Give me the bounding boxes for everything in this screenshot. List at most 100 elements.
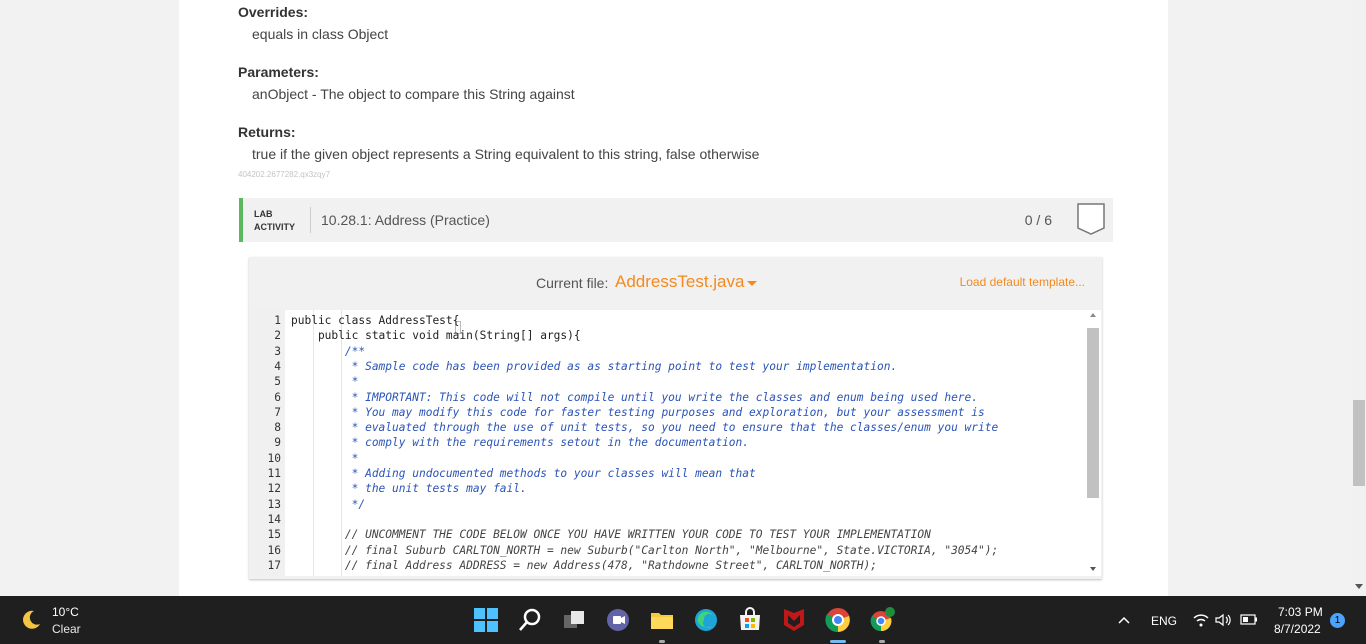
overrides-text: equals in class Object bbox=[252, 26, 389, 42]
code-line[interactable]: 14 bbox=[250, 512, 1087, 527]
wifi-icon[interactable] bbox=[1193, 613, 1209, 627]
code-line[interactable]: 15 // UNCOMMENT THE CODE BELOW ONCE YOU … bbox=[250, 527, 1087, 542]
line-code-text[interactable]: public static void main(String[] args){ bbox=[291, 328, 581, 343]
current-file-dropdown[interactable]: AddressTest.java bbox=[615, 272, 744, 292]
clock-time[interactable]: 7:03 PM bbox=[1278, 605, 1323, 619]
overrides-heading: Overrides: bbox=[238, 4, 309, 20]
edge-icon[interactable] bbox=[692, 606, 720, 634]
task-view-icon[interactable] bbox=[560, 606, 588, 634]
line-number: 1 bbox=[274, 314, 281, 327]
code-line[interactable]: 7 * You may modify this code for faster … bbox=[250, 405, 1087, 420]
page-scrollbar-track[interactable] bbox=[1352, 0, 1366, 596]
code-line[interactable]: 2 public static void main(String[] args)… bbox=[250, 328, 1087, 343]
teams-chat-icon[interactable] bbox=[604, 606, 632, 634]
editor-scrollbar-thumb[interactable] bbox=[1087, 328, 1099, 498]
line-code-text[interactable]: * Adding undocumented methods to your cl… bbox=[291, 466, 756, 481]
current-file-label: Current file: bbox=[536, 275, 609, 291]
clock-date[interactable]: 8/7/2022 bbox=[1274, 622, 1321, 636]
line-code-text[interactable]: * Sample code has been provided as as st… bbox=[291, 359, 898, 374]
line-code-text[interactable]: * IMPORTANT: This code will not compile … bbox=[291, 390, 978, 405]
speaker-icon[interactable] bbox=[1215, 613, 1233, 627]
lab-tag-line1: LAB bbox=[254, 209, 273, 219]
line-number: 16 bbox=[267, 543, 281, 557]
line-number: 2 bbox=[274, 329, 281, 343]
code-line[interactable]: 6 * IMPORTANT: This code will not compil… bbox=[250, 390, 1087, 405]
scroll-up-icon[interactable] bbox=[1090, 313, 1096, 317]
line-number: 15 bbox=[267, 528, 281, 542]
search-icon[interactable] bbox=[516, 606, 544, 634]
code-editor-panel: Current file: AddressTest.java Load defa… bbox=[249, 257, 1102, 579]
line-code-text[interactable]: public class AddressTest{ bbox=[291, 313, 459, 328]
app-open-indicator bbox=[659, 640, 665, 643]
line-number: 11 bbox=[267, 467, 281, 480]
code-line[interactable]: 9 * comply with the requirements setout … bbox=[250, 435, 1087, 450]
chrome-icon[interactable] bbox=[824, 606, 852, 634]
code-line[interactable]: 10 * bbox=[250, 451, 1087, 466]
file-explorer-icon[interactable] bbox=[648, 606, 676, 634]
code-line[interactable]: 5 * bbox=[250, 374, 1087, 389]
code-line[interactable]: 17 // final Address ADDRESS = new Addres… bbox=[250, 558, 1087, 573]
lab-score: 0 / 6 bbox=[1024, 212, 1052, 228]
store-icon[interactable] bbox=[736, 606, 764, 634]
active-app-indicator bbox=[830, 640, 846, 643]
line-code-text[interactable]: // UNCOMMENT THE CODE BELOW ONCE YOU HAV… bbox=[291, 527, 931, 542]
line-number: 5 bbox=[274, 375, 281, 389]
code-line[interactable]: 3 /** bbox=[250, 344, 1087, 359]
windows-start-icon[interactable] bbox=[472, 606, 500, 634]
code-line[interactable]: 1 public class AddressTest{ bbox=[250, 313, 1087, 328]
line-code-text[interactable]: * bbox=[291, 374, 359, 389]
code-line[interactable]: 12 * the unit tests may fail. bbox=[250, 481, 1087, 496]
chrome-profile-icon[interactable] bbox=[868, 606, 896, 634]
line-code-text[interactable]: * bbox=[291, 451, 359, 466]
line-code-text[interactable]: * comply with the requirements setout in… bbox=[291, 435, 749, 450]
page-scroll-down-icon[interactable] bbox=[1355, 584, 1363, 589]
line-number: 6 bbox=[274, 390, 281, 404]
line-number: 14 bbox=[267, 512, 281, 526]
line-number: 3 bbox=[274, 344, 281, 358]
line-number: 13 bbox=[267, 497, 281, 511]
line-code-text[interactable]: */ bbox=[291, 497, 365, 512]
chevron-down-icon[interactable] bbox=[747, 281, 757, 286]
line-number: 10 bbox=[267, 451, 281, 465]
code-line[interactable]: 13 */ bbox=[250, 497, 1087, 512]
overrides-section: Overrides: equals in class Object bbox=[238, 4, 388, 42]
line-code-text[interactable]: /** bbox=[291, 344, 365, 359]
line-code-text[interactable]: * You may modify this code for faster te… bbox=[291, 405, 985, 420]
returns-heading: Returns: bbox=[238, 124, 296, 140]
load-default-template-link[interactable]: Load default template... bbox=[960, 275, 1085, 289]
scroll-down-icon[interactable] bbox=[1090, 567, 1096, 571]
code-line[interactable]: 4 * Sample code has been provided as as … bbox=[250, 359, 1087, 374]
code-line[interactable]: 11 * Adding undocumented methods to your… bbox=[250, 466, 1087, 481]
moon-icon[interactable] bbox=[20, 609, 42, 631]
language-indicator[interactable]: ENG bbox=[1151, 614, 1177, 628]
mcafee-icon[interactable] bbox=[780, 606, 808, 634]
line-number: 17 bbox=[267, 558, 281, 572]
chevron-up-icon[interactable] bbox=[1118, 616, 1130, 624]
page-scrollbar-thumb[interactable] bbox=[1353, 400, 1365, 486]
line-code-text[interactable]: // final Address ADDRESS = new Address(4… bbox=[291, 558, 877, 573]
code-line[interactable]: 8 * evaluated through the use of unit te… bbox=[250, 420, 1087, 435]
returns-section: Returns: true if the given object repres… bbox=[238, 124, 759, 162]
weather-condition[interactable]: Clear bbox=[52, 622, 81, 636]
lab-tag-line2: ACTIVITY bbox=[254, 222, 296, 232]
parameters-section: Parameters: anObject - The object to com… bbox=[238, 64, 575, 102]
weather-temperature[interactable]: 10°C bbox=[52, 605, 79, 619]
line-code-text[interactable]: // final Suburb CARLTON_NORTH = new Subu… bbox=[291, 543, 998, 558]
line-number: 8 bbox=[274, 421, 281, 435]
file-bar: Current file: AddressTest.java Load defa… bbox=[249, 257, 1102, 307]
returns-text: true if the given object represents a St… bbox=[252, 146, 760, 162]
line-number: 12 bbox=[267, 482, 281, 496]
parameters-heading: Parameters: bbox=[238, 64, 319, 80]
code-line[interactable]: 16 // final Suburb CARLTON_NORTH = new S… bbox=[250, 543, 1087, 558]
code-area[interactable]: 1 public class AddressTest{2 public stati… bbox=[250, 310, 1087, 576]
lab-activity-tag: LAB ACTIVITY bbox=[254, 208, 295, 234]
line-number: 9 bbox=[274, 436, 281, 450]
battery-icon[interactable] bbox=[1240, 614, 1258, 625]
lab-activity-header: LAB ACTIVITY 10.28.1: Address (Practice)… bbox=[239, 198, 1113, 242]
notification-badge[interactable]: 1 bbox=[1330, 613, 1345, 628]
lab-header-divider bbox=[310, 207, 311, 233]
line-code-text[interactable]: * evaluated through the use of unit test… bbox=[291, 420, 999, 435]
line-code-text[interactable]: * the unit tests may fail. bbox=[291, 481, 527, 496]
app-open-indicator bbox=[879, 640, 885, 643]
line-number: 7 bbox=[274, 405, 281, 419]
